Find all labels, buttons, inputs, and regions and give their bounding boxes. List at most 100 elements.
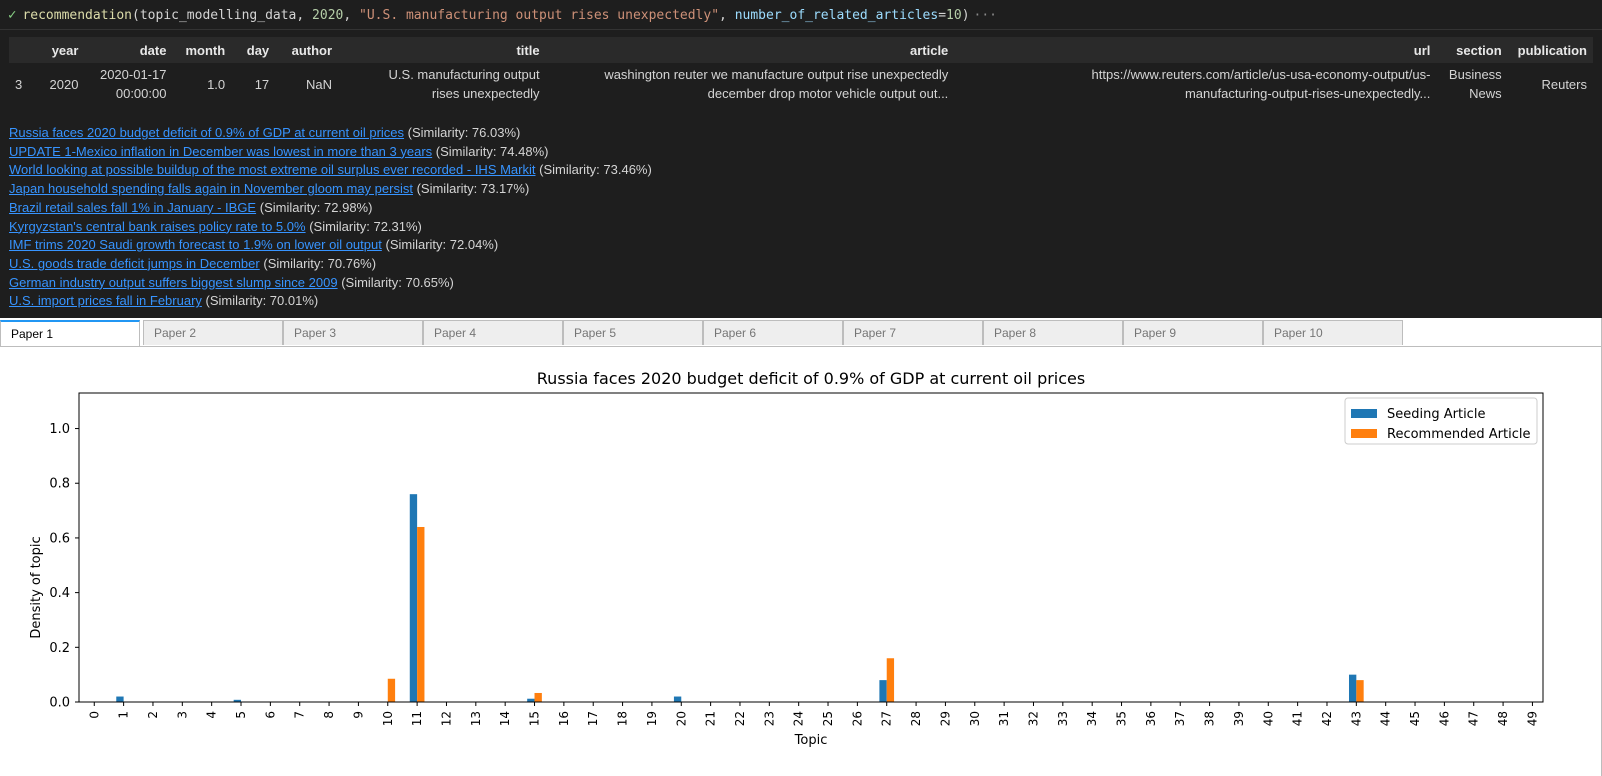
bar-recommended-topic-10 (387, 678, 396, 702)
y-axis-label: Density of topic (29, 536, 44, 638)
cell-date-line2: 00:00:00 (115, 86, 167, 101)
x-tick-label: 2 (146, 711, 160, 719)
x-tick-label: 6 (263, 711, 277, 719)
related-article-link[interactable]: Brazil retail sales fall 1% in January -… (9, 200, 256, 215)
tab-paper-5[interactable]: Paper 5 (563, 320, 703, 345)
related-article-link[interactable]: Russia faces 2020 budget deficit of 0.9%… (9, 125, 404, 140)
cell-section-line1: Business (1448, 67, 1502, 82)
similarity-score: (Similarity: 73.46%) (539, 162, 652, 178)
x-tick-label: 36 (1144, 711, 1158, 726)
paper-tab-panel: Paper 1 Paper 2 Paper 3 Paper 4 Paper 5 … (0, 318, 1602, 776)
similarity-score: (Similarity: 72.04%) (385, 237, 499, 253)
list-item: UPDATE 1-Mexico inflation in December wa… (9, 143, 652, 162)
tab-paper-4[interactable]: Paper 4 (423, 320, 563, 345)
tab-paper-2[interactable]: Paper 2 (143, 320, 283, 345)
cell-article: washington reuter we manufacture output … (546, 63, 955, 105)
related-article-link[interactable]: U.S. goods trade deficit jumps in Decemb… (9, 256, 260, 271)
x-tick-label: 44 (1379, 711, 1393, 726)
more-options-icon[interactable]: ··· (974, 8, 997, 23)
x-tick-label: 23 (762, 711, 776, 726)
cell-article-line2: december drop motor vehicle output out..… (707, 86, 949, 101)
code-cell-input[interactable]: ✓ recommendation(topic_modelling_data, 20… (0, 0, 1602, 30)
tab-paper-3[interactable]: Paper 3 (283, 320, 423, 345)
list-item: German industry output suffers biggest s… (9, 274, 652, 293)
related-articles-list: Russia faces 2020 budget deficit of 0.9%… (9, 124, 652, 311)
column-header-date: date (84, 37, 173, 63)
column-header-article: article (545, 37, 955, 63)
cell-title-line2: rises unexpectedly (431, 86, 540, 101)
x-tick-label: 38 (1203, 711, 1217, 726)
x-tick-label: 15 (528, 711, 542, 726)
column-header-section: section (1436, 37, 1508, 63)
arg-year: 2020 (312, 8, 344, 23)
x-tick-label: 37 (1173, 711, 1187, 726)
related-article-link[interactable]: Kyrgyzstan's central bank raises policy … (9, 219, 306, 234)
x-tick-label: 14 (498, 711, 512, 726)
x-tick-label: 5 (234, 711, 248, 719)
cell-date: 2020-01-17 00:00:00 (84, 63, 172, 105)
row-index: 3 (15, 76, 23, 92)
x-tick-label: 7 (293, 711, 307, 719)
related-article-link[interactable]: German industry output suffers biggest s… (9, 275, 338, 290)
related-article-link[interactable]: IMF trims 2020 Saudi growth forecast to … (9, 237, 382, 252)
x-tick-label: 48 (1496, 711, 1510, 726)
tab-paper-1[interactable]: Paper 1 (0, 320, 140, 346)
column-header-title: title (338, 37, 546, 63)
arg-separator: , (719, 8, 735, 23)
tab-paper-10[interactable]: Paper 10 (1263, 320, 1403, 345)
x-tick-label: 49 (1525, 711, 1539, 726)
bar-seeding-topic-11 (409, 494, 418, 702)
x-tick-label: 1 (117, 711, 131, 719)
tab-paper-9[interactable]: Paper 9 (1123, 320, 1263, 345)
cell-month: 1.0 (207, 76, 226, 92)
x-tick-label: 19 (645, 711, 659, 726)
bar-recommended-topic-11 (417, 526, 425, 702)
bar-seeding-topic-1 (116, 696, 124, 702)
column-header-month: month (172, 37, 232, 63)
kwarg-value: 10 (946, 8, 962, 23)
arg-title-string: "U.S. manufacturing output rises unexpec… (359, 8, 720, 23)
x-tick-label: 43 (1349, 711, 1363, 726)
tab-paper-8[interactable]: Paper 8 (983, 320, 1123, 345)
list-item: U.S. goods trade deficit jumps in Decemb… (9, 255, 652, 274)
x-tick-label: 18 (616, 711, 630, 726)
column-header-index (9, 37, 37, 63)
x-tick-label: 9 (351, 711, 365, 719)
x-tick-label: 29 (938, 711, 952, 726)
table-row: 3 2020 2020-01-17 00:00:00 1.0 17 NaN U.S… (9, 63, 1593, 105)
arg-data: topic_modelling_data (139, 8, 297, 23)
x-tick-label: 32 (1026, 711, 1040, 726)
x-tick-label: 41 (1291, 711, 1305, 726)
kwarg-name: number_of_related_articles (734, 8, 939, 23)
x-tick-label: 13 (469, 711, 483, 726)
x-tick-label: 3 (175, 711, 189, 719)
chart-container: Russia faces 2020 budget deficit of 0.9%… (0, 346, 1602, 776)
related-article-link[interactable]: Japan household spending falls again in … (9, 181, 413, 196)
list-item: Brazil retail sales fall 1% in January -… (9, 199, 652, 218)
list-item: U.S. import prices fall in February (Sim… (9, 292, 652, 311)
tab-paper-6[interactable]: Paper 6 (703, 320, 843, 345)
related-article-link[interactable]: UPDATE 1-Mexico inflation in December wa… (9, 144, 432, 159)
related-article-link[interactable]: World looking at possible buildup of the… (9, 162, 536, 177)
column-header-year: year (36, 37, 85, 63)
x-tick-label: 47 (1467, 711, 1481, 726)
x-tick-label: 16 (557, 711, 571, 726)
y-tick-label: 0.0 (49, 696, 70, 711)
x-axis-label: Topic (794, 733, 828, 748)
cell-section: Business News (1436, 63, 1507, 105)
x-tick-label: 4 (205, 711, 219, 719)
tab-paper-7[interactable]: Paper 7 (843, 320, 983, 345)
similarity-score: (Similarity: 72.31%) (309, 218, 422, 234)
arg-separator: , (343, 8, 360, 23)
x-tick-label: 40 (1261, 711, 1275, 726)
similarity-score: (Similarity: 70.01%) (205, 293, 319, 309)
column-header-day: day (231, 37, 276, 63)
list-item: Kyrgyzstan's central bank raises policy … (9, 218, 652, 237)
related-article-link[interactable]: U.S. import prices fall in February (9, 293, 202, 308)
legend-swatch (1351, 409, 1377, 418)
bar-recommended-topic-27 (886, 658, 895, 702)
similarity-score: (Similarity: 74.48%) (435, 143, 549, 159)
x-tick-label: 33 (1056, 711, 1070, 726)
bar-seeding-topic-20 (673, 696, 682, 702)
column-header-url: url (954, 37, 1437, 63)
